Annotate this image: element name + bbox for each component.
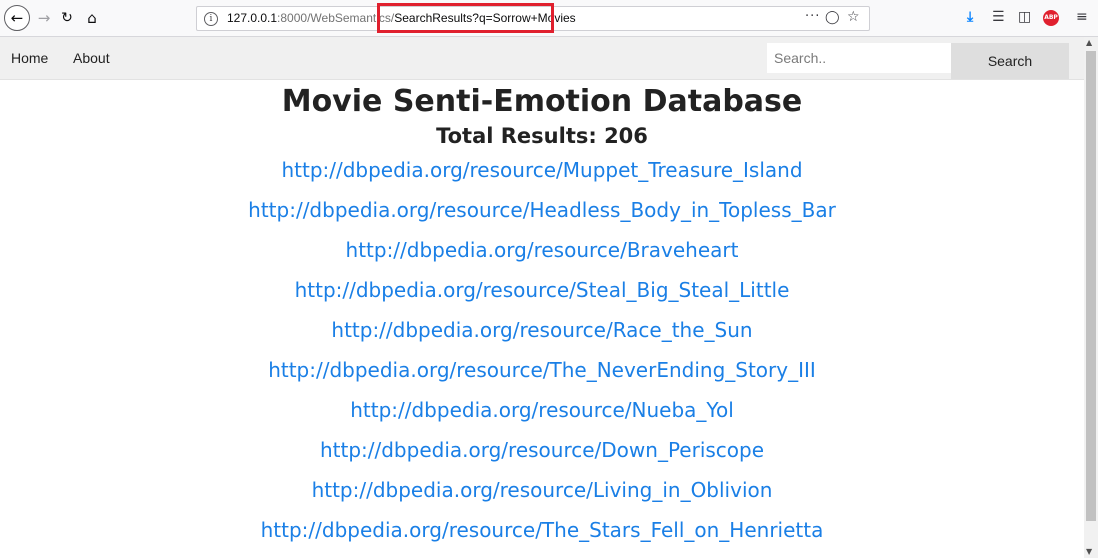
home-icon[interactable]: ⌂ — [82, 8, 102, 28]
vertical-scrollbar[interactable]: ▲ ▼ — [1084, 37, 1098, 558]
list-item: http://dbpedia.org/resource/Race_the_Sun — [0, 318, 1084, 358]
result-link[interactable]: http://dbpedia.org/resource/Muppet_Treas… — [281, 158, 802, 182]
forward-arrow-icon[interactable]: → — [35, 8, 53, 28]
hamburger-menu-icon[interactable]: ≡ — [1076, 9, 1088, 25]
list-item: http://dbpedia.org/resource/Braveheart — [0, 238, 1084, 278]
browser-toolbar: ← → ↻ ⌂ i 127.0.0.1:8000/WebSemantics/Se… — [0, 0, 1098, 37]
sidebar-icon[interactable]: ◫ — [1018, 9, 1031, 25]
more-actions-icon[interactable]: ··· — [805, 9, 820, 24]
search-input[interactable] — [767, 43, 951, 73]
list-item: http://dbpedia.org/resource/Down_Perisco… — [0, 438, 1084, 478]
result-link[interactable]: http://dbpedia.org/resource/Nueba_Yol — [350, 398, 734, 422]
site-navbar: Home About Search — [0, 37, 1084, 80]
result-link[interactable]: http://dbpedia.org/resource/Down_Perisco… — [320, 438, 764, 462]
list-item: http://dbpedia.org/resource/The_NeverEnd… — [0, 358, 1084, 398]
list-item: http://dbpedia.org/resource/Headless_Bod… — [0, 198, 1084, 238]
star-icon[interactable]: ☆ — [847, 9, 860, 25]
result-link[interactable]: http://dbpedia.org/resource/The_Stars_Fe… — [261, 518, 824, 542]
nav-about-link[interactable]: About — [73, 50, 110, 66]
list-item: http://dbpedia.org/resource/Muppet_Treas… — [0, 158, 1084, 198]
scroll-down-arrow-icon[interactable]: ▼ — [1086, 547, 1092, 556]
reload-icon[interactable]: ↻ — [58, 8, 76, 28]
list-item: http://dbpedia.org/resource/Living_in_Ob… — [0, 478, 1084, 518]
scroll-thumb[interactable] — [1086, 51, 1096, 521]
search-button[interactable]: Search — [951, 43, 1069, 79]
page-title: Movie Senti-Emotion Database — [281, 84, 803, 119]
url-query-highlight-box — [377, 3, 554, 33]
list-item: http://dbpedia.org/resource/Nueba_Yol — [0, 398, 1084, 438]
result-link[interactable]: http://dbpedia.org/resource/Steal_Big_St… — [295, 278, 790, 302]
url-bar[interactable]: i 127.0.0.1:8000/WebSemantics/SearchResu… — [196, 3, 870, 33]
url-host: 127.0.0.1 — [227, 11, 278, 25]
download-icon[interactable]: ⤓ — [967, 9, 973, 25]
result-link[interactable]: http://dbpedia.org/resource/Living_in_Ob… — [312, 478, 773, 502]
adblock-icon[interactable]: ABP — [1043, 10, 1059, 26]
main-content: Movie Senti-Emotion Database Total Resul… — [0, 80, 1084, 558]
list-item: http://dbpedia.org/resource/Steal_Big_St… — [0, 278, 1084, 318]
back-arrow-icon[interactable]: ← — [4, 5, 30, 31]
result-link[interactable]: http://dbpedia.org/resource/Race_the_Sun — [331, 318, 752, 342]
library-icon[interactable]: ☰ — [992, 9, 1005, 25]
result-link[interactable]: http://dbpedia.org/resource/Braveheart — [346, 238, 739, 262]
nav-home-link[interactable]: Home — [11, 50, 48, 66]
result-link[interactable]: http://dbpedia.org/resource/The_NeverEnd… — [268, 358, 816, 382]
pocket-icon[interactable]: ◯ — [825, 10, 840, 25]
list-item: http://dbpedia.org/resource/The_Stars_Fe… — [0, 518, 1084, 558]
result-link[interactable]: http://dbpedia.org/resource/Headless_Bod… — [248, 198, 836, 222]
total-results-heading: Total Results: 206 — [436, 124, 648, 148]
scroll-up-arrow-icon[interactable]: ▲ — [1086, 38, 1092, 47]
info-icon[interactable]: i — [204, 12, 218, 26]
result-list: http://dbpedia.org/resource/Muppet_Treas… — [0, 158, 1084, 558]
